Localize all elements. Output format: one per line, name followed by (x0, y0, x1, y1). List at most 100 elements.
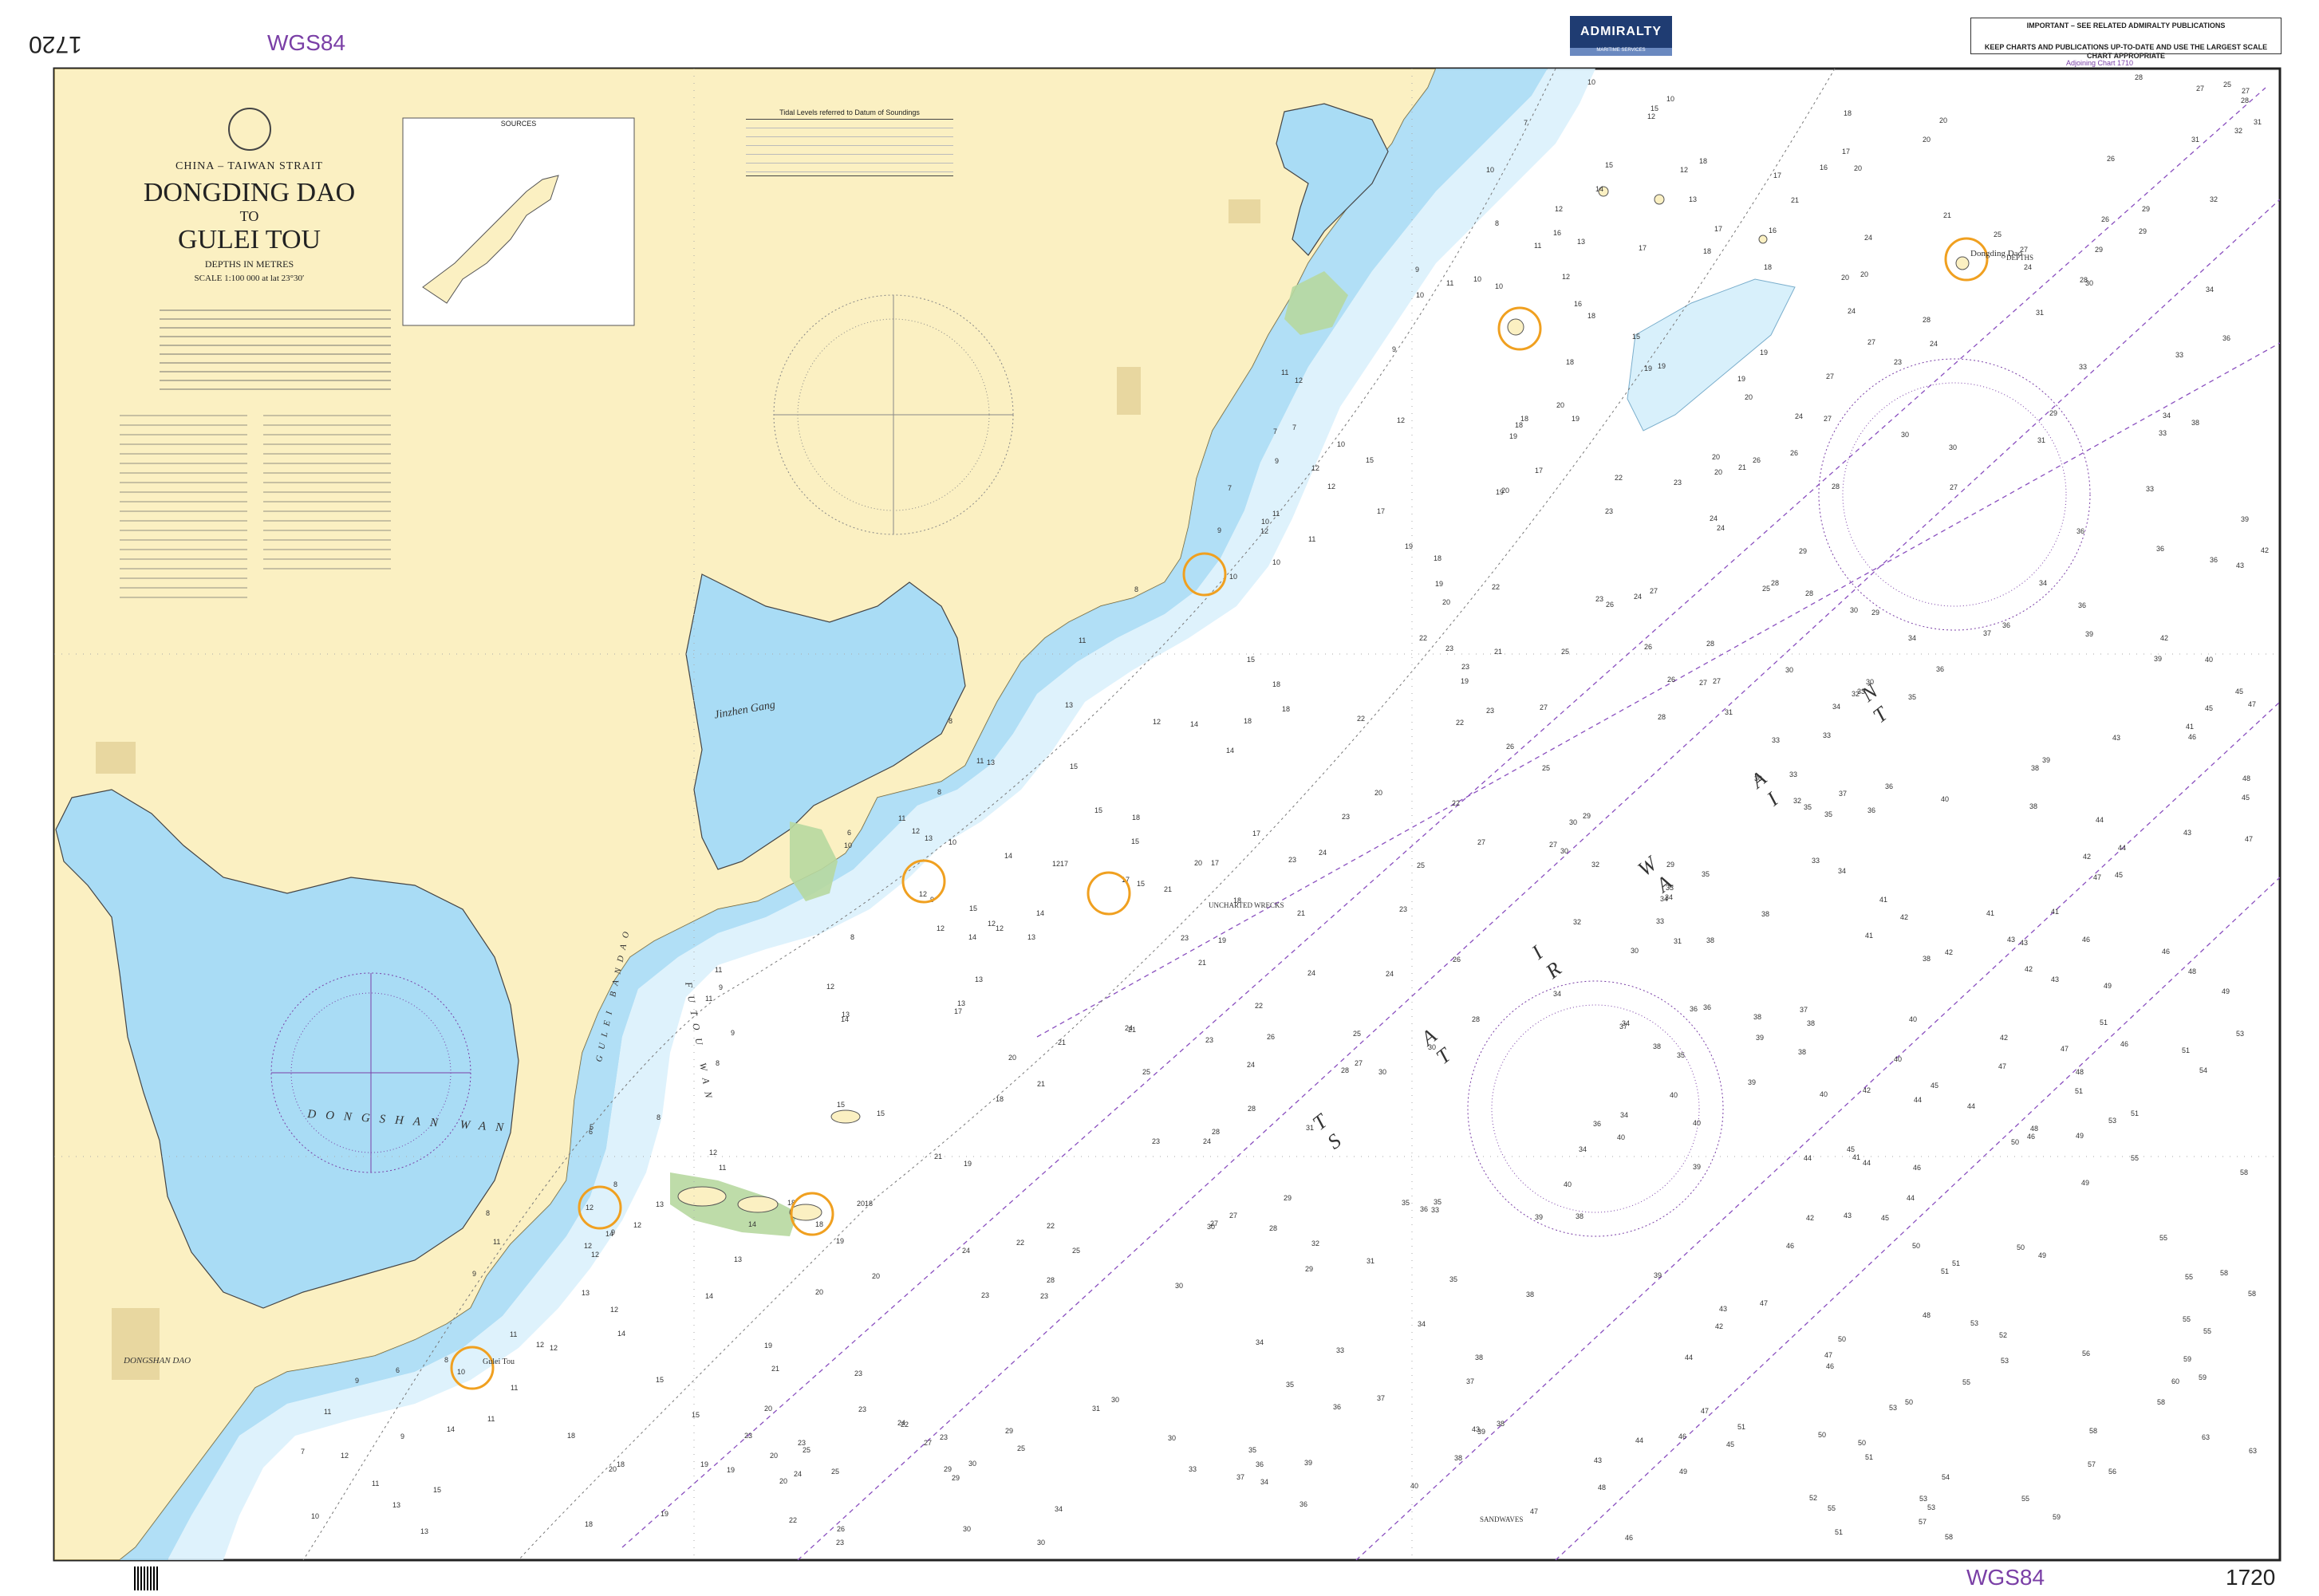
sounding: 12 (937, 924, 945, 932)
sounding: 30 (1111, 1396, 1119, 1404)
sounding: 18 (1703, 247, 1711, 255)
sounding: 25 (1561, 648, 1569, 656)
sounding: 22 (1016, 1239, 1024, 1247)
sounding: 20 (609, 1465, 617, 1473)
sounding: 38 (1475, 1354, 1483, 1362)
sounding: 11 (976, 757, 984, 765)
sounding: 18 (865, 1200, 873, 1208)
sounding: 9 (731, 1029, 735, 1037)
sounding: 25 (1353, 1030, 1361, 1038)
island-futou (830, 1109, 861, 1124)
sounding: 49 (2038, 1251, 2046, 1259)
sounding: 43 (2236, 562, 2244, 569)
sounding: 18 (1520, 415, 1528, 423)
sounding: 51 (1941, 1267, 1949, 1275)
sounding: 43 (1719, 1305, 1727, 1313)
sounding: 26 (1753, 456, 1761, 464)
sounding: 30 (1037, 1539, 1045, 1547)
sounding: 36 (1885, 782, 1893, 790)
sounding: 23 (1595, 595, 1603, 603)
sounding: 19 (1461, 677, 1469, 685)
sounding: 24 (794, 1470, 802, 1478)
sounding: 12 (633, 1221, 641, 1229)
sounding: 13 (656, 1200, 664, 1208)
sounding: 32 (2234, 127, 2242, 135)
admiralty-logo-text: ADMIRALTY (1580, 25, 1662, 38)
sounding: 35 (1449, 1275, 1457, 1283)
sounding: 55 (2183, 1315, 2191, 1323)
sounding: 32 (1591, 861, 1599, 869)
sounding: 35 (1434, 1198, 1441, 1206)
sounding: 26 (1790, 449, 1798, 457)
sounding: 12 (1397, 416, 1405, 424)
sounding: 59 (2199, 1373, 2207, 1381)
sounding: 15 (1632, 333, 1640, 341)
sounding: 28 (1212, 1128, 1220, 1136)
sounding: 19 (836, 1237, 844, 1245)
sounding: 33 (1656, 917, 1664, 925)
sounding: 21 (1791, 196, 1799, 204)
sounding: 31 (1306, 1124, 1314, 1132)
sounding: 53 (1889, 1404, 1897, 1412)
sounding: 40 (1410, 1482, 1418, 1490)
sounding: 11 (1446, 279, 1453, 287)
sounding: 16 (1553, 229, 1561, 237)
sounding: 53 (2108, 1117, 2116, 1125)
sounding: 36 (2078, 601, 2086, 609)
sounding: 27 (1824, 415, 1832, 423)
sounding: 38 (2029, 802, 2037, 810)
sounding: 47 (1760, 1299, 1768, 1307)
sounding: 42 (2000, 1034, 2008, 1042)
sounding: 13 (1689, 195, 1697, 203)
island-dongding (1955, 256, 1970, 270)
sounding: 12 (1327, 483, 1335, 491)
sounding: 42 (2083, 853, 2091, 861)
sounding: 13 (957, 999, 965, 1007)
sounding: 58 (2089, 1427, 2097, 1435)
qr-code (134, 1566, 158, 1590)
sounding: 33 (2175, 351, 2183, 359)
sounding: 20 (872, 1272, 880, 1280)
sounding: 49 (2104, 982, 2112, 990)
sounding: 34 (2163, 412, 2171, 420)
sounding: 41 (1879, 896, 1887, 904)
sounding: 43 (2112, 734, 2120, 742)
sounding: 56 (2108, 1468, 2116, 1476)
sounding: 13 (392, 1501, 400, 1509)
sounding: 38 (1753, 1013, 1761, 1021)
label-sandwaves: SANDWAVES (1480, 1515, 1524, 1523)
sounding: 53 (1927, 1503, 1935, 1511)
sounding: 24 (1848, 307, 1856, 315)
sounding: 51 (1865, 1453, 1873, 1461)
sounding: 20 (1923, 136, 1931, 144)
sounding: 45 (2235, 688, 2243, 696)
sounding: 18 (1244, 717, 1252, 725)
sounding: 12 (1153, 718, 1161, 726)
sounding: 9 (1217, 526, 1221, 534)
sounding: 20 (1008, 1054, 1016, 1062)
sounding: 52 (1999, 1331, 2007, 1339)
island-gulei-1 (677, 1186, 727, 1207)
sounding: 39 (2154, 655, 2162, 663)
sounding: 22 (1452, 799, 1460, 807)
sounding: 46 (2027, 1133, 2035, 1141)
sounding: 36 (1300, 1500, 1307, 1508)
sounding: 33 (2159, 429, 2167, 437)
sounding: 18 (567, 1432, 575, 1440)
sounding: 13 (582, 1289, 590, 1297)
sounding: 28 (1341, 1066, 1349, 1074)
sounding: 21 (934, 1153, 942, 1161)
sounding: 15 (1605, 161, 1613, 169)
sounding: 36 (1690, 1005, 1698, 1013)
sounding: 63 (2249, 1447, 2257, 1455)
sounding: 30 (1560, 847, 1568, 855)
sounding: 40 (1670, 1091, 1678, 1099)
sounding: 20 (857, 1200, 865, 1208)
sounding: 17 (1773, 171, 1781, 179)
sounding: 20 (1501, 487, 1509, 495)
sounding: 31 (1725, 708, 1733, 716)
sounding: 19 (1572, 415, 1580, 423)
sounding: 57 (1919, 1518, 1927, 1526)
sounding: 30 (1175, 1282, 1183, 1290)
chart-notes-1 (160, 309, 391, 397)
